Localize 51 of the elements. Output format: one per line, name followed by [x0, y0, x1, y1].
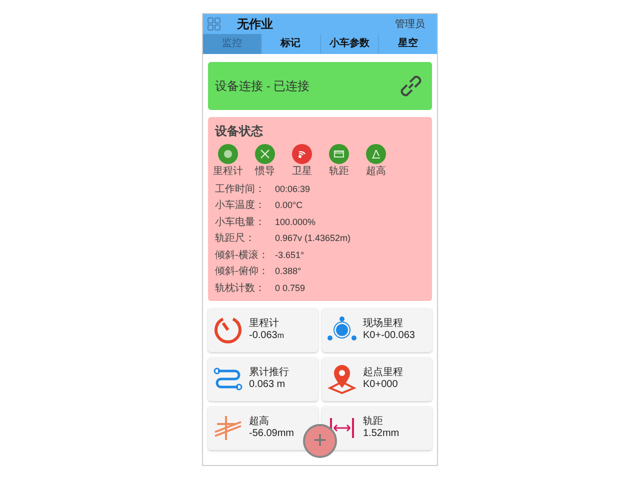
field-value: 0.388°: [275, 265, 302, 278]
user-role: 管理员: [395, 18, 425, 32]
field-value: -3.651°: [275, 248, 304, 262]
field-label: 小车电量：: [215, 216, 266, 230]
tile-label: 累计推行: [249, 367, 289, 379]
status-label: 里程计: [213, 166, 243, 178]
inclined-rail-icon: [213, 414, 243, 442]
tile-label: 起点里程: [363, 367, 403, 379]
metric-tile[interactable]: 里程计 -0.063m: [208, 308, 318, 352]
tile-label: 超高: [249, 416, 270, 428]
dial-icon: [223, 149, 233, 159]
field-value: 0 0.759: [275, 282, 306, 294]
route-icon: [213, 367, 243, 391]
field-label: 工作时间：: [215, 182, 266, 197]
field-label: 轨距尺：: [215, 232, 256, 246]
tile-value: K0+000: [363, 379, 399, 391]
tile-label: 轨距: [363, 416, 384, 428]
field-value: 100.000%: [275, 216, 316, 228]
status-label: 超高: [366, 166, 386, 178]
tile-value: 0.063 m: [249, 379, 286, 391]
metric-tile[interactable]: 起点里程 K0+000: [322, 357, 432, 401]
field-label: 倾斜-横滚：: [215, 248, 270, 263]
tile-label: 现场里程: [363, 318, 404, 330]
field-label: 轨枕计数：: [215, 282, 266, 296]
tile-value: -0.063m: [249, 330, 284, 342]
tile-value: -56.09mm: [249, 428, 294, 440]
connection-status: 设备连接 - 已连接: [215, 78, 310, 95]
field-label: 倾斜-俯仰：: [215, 264, 270, 280]
tab[interactable]: 星空: [378, 34, 437, 54]
map-pin-icon: [327, 364, 357, 394]
metric-tile[interactable]: 累计推行 0.063 m: [208, 357, 318, 401]
tile-value: K0+-00.063: [363, 330, 415, 342]
tile-value: 1.52mm: [363, 428, 400, 440]
ruler-icon: [334, 150, 344, 158]
stopwatch-icon: [213, 315, 243, 345]
status-label: 卫星: [292, 166, 312, 178]
field-value: 0.00°C: [275, 199, 303, 212]
cross-arrows-icon: [260, 149, 270, 159]
signal-icon: [297, 149, 307, 159]
status-label: 轨距: [329, 166, 349, 178]
tile-label: 里程计: [249, 318, 280, 330]
header-title: 无作业: [237, 16, 273, 33]
field-value: 0.967v (1.43652m): [275, 232, 351, 245]
field-label: 小车温度：: [215, 198, 266, 214]
tab[interactable]: 标记: [260, 34, 320, 54]
tab[interactable]: 小车参数: [320, 34, 378, 54]
metric-tile[interactable]: 现场里程 K0+-00.063: [322, 308, 432, 352]
card-title: 设备状态: [215, 123, 264, 139]
field-value: 00:06:39: [275, 182, 310, 196]
angle-icon: [371, 149, 381, 159]
status-label: 惯导: [255, 166, 275, 178]
